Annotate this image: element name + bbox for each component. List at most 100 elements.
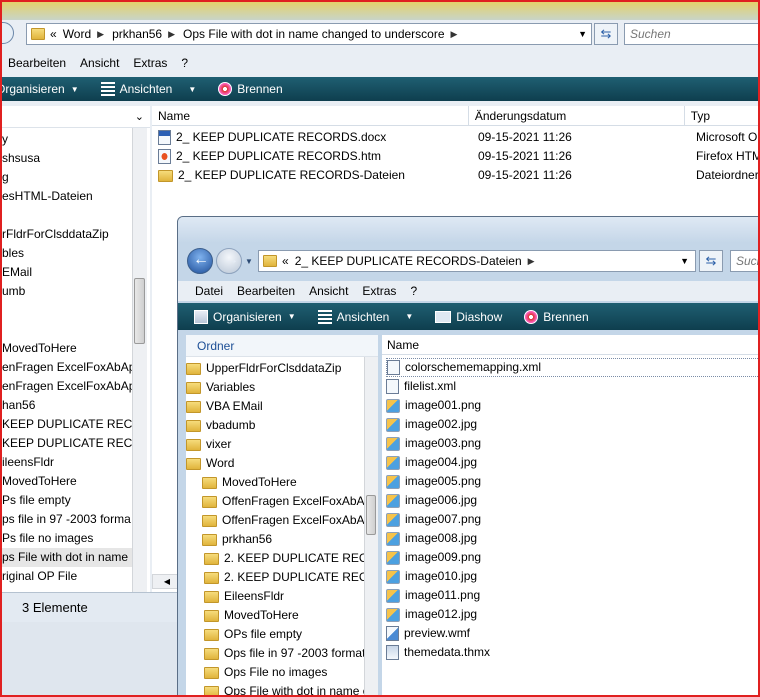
address-chevron[interactable]: « [50, 27, 57, 41]
file-row[interactable]: themedata.thmx [386, 643, 758, 662]
folder-tree-item[interactable]: 2. KEEP DUPLICATE RECORI [186, 568, 378, 587]
slideshow-button[interactable]: Diashow [435, 310, 502, 324]
menu-bearbeiten[interactable]: Bearbeiten [8, 56, 66, 70]
folder-tree-item[interactable]: UpperFldrForClsddataZip [186, 359, 364, 378]
views-button[interactable]: Ansichten ▼ [317, 309, 413, 324]
sidebar-item[interactable]: Ps file no images [2, 529, 132, 548]
address-chevron[interactable]: « [282, 254, 289, 268]
front-address-bar[interactable]: « 2_ KEEP DUPLICATE RECORDS-Dateien ▶ ▼ [258, 250, 696, 272]
sidebar-item[interactable] [2, 206, 132, 225]
refresh-button[interactable]: ⇆ [699, 250, 723, 272]
back-nav-button[interactable] [2, 22, 14, 44]
folder-tree-item[interactable]: OffenFragen ExcelFoxAbApril. [186, 511, 378, 530]
file-row[interactable]: image001.png [386, 396, 758, 415]
folder-tree-item[interactable]: Variables [186, 378, 364, 397]
sidebar-item[interactable]: ileensFldr [2, 453, 132, 472]
back-folder-scrollbar[interactable] [132, 128, 147, 592]
sidebar-item[interactable] [2, 301, 132, 320]
sidebar-item[interactable]: y [2, 130, 132, 149]
menu-ansicht[interactable]: Ansicht [80, 56, 119, 70]
folder-tree-item[interactable]: Ops file in 97 -2003 format [186, 644, 365, 663]
file-row[interactable]: image003.png [386, 434, 758, 453]
folder-tree-item[interactable]: Ops File with dot in name c [186, 682, 369, 695]
menu-extras[interactable]: Extras [362, 284, 396, 298]
sidebar-item[interactable]: bles [2, 244, 132, 263]
scrollbar-thumb[interactable] [366, 495, 376, 535]
front-folder-scrollbar[interactable] [364, 357, 378, 695]
folder-tree-item[interactable]: prkhan56 [186, 530, 364, 549]
sidebar-item[interactable]: enFragen ExcelFoxAbAp [2, 377, 135, 396]
sidebar-item[interactable]: han56 [2, 396, 132, 415]
column-type[interactable]: Typ [685, 106, 758, 126]
menu-bearbeiten[interactable]: Bearbeiten [237, 284, 295, 298]
menu-extras[interactable]: Extras [133, 56, 167, 70]
folder-tree-item[interactable]: vbadumb [186, 416, 364, 435]
sidebar-item[interactable]: g [2, 168, 132, 187]
organize-button[interactable]: Organisieren ▼ [2, 82, 79, 96]
sidebar-item[interactable]: ps File with dot in name [2, 548, 132, 567]
file-row[interactable]: image008.jpg [386, 529, 758, 548]
folder-tree-item[interactable]: VBA EMail [186, 397, 364, 416]
sidebar-item[interactable]: ps file in 97 -2003 forma [2, 510, 132, 529]
recent-pages-chevron-icon[interactable]: ▼ [245, 257, 253, 266]
file-row[interactable]: 2_ KEEP DUPLICATE RECORDS-Dateien 09-15-2… [158, 166, 758, 185]
sidebar-item[interactable]: riginal OP File [2, 567, 132, 586]
back-button[interactable]: ← [187, 248, 213, 274]
folder-pane-title[interactable]: Ordner [197, 339, 234, 353]
column-name[interactable]: Name [152, 106, 469, 126]
menu-datei[interactable]: Datei [195, 284, 223, 298]
chevron-right-icon[interactable]: ▶ [97, 29, 104, 40]
folder-tree-item[interactable]: vixer [186, 435, 364, 454]
address-segment-prkhan56[interactable]: prkhan56 [112, 27, 162, 41]
address-dropdown-icon[interactable]: ▼ [680, 256, 689, 266]
column-name[interactable]: Name [382, 335, 758, 355]
file-row[interactable]: preview.wmf [386, 624, 758, 643]
file-row[interactable]: image012.jpg [386, 605, 758, 624]
menu-ansicht[interactable]: Ansicht [309, 284, 348, 298]
chevron-down-icon[interactable]: ⌄ [135, 110, 144, 123]
sidebar-item[interactable]: EMail [2, 263, 132, 282]
folder-tree-item[interactable]: OffenFragen ExcelFoxAbApril. [186, 492, 378, 511]
file-row[interactable]: colorschememapping.xml [386, 358, 758, 377]
file-row[interactable]: image002.jpg [386, 415, 758, 434]
menu-help[interactable]: ? [410, 284, 417, 298]
chevron-right-icon[interactable]: ▶ [451, 29, 458, 40]
address-segment-current[interactable]: Ops File with dot in name changed to und… [183, 27, 444, 41]
sidebar-item[interactable]: MovedToHere [2, 472, 132, 491]
folder-tree-item[interactable]: MovedToHere [186, 473, 364, 492]
file-row[interactable]: image004.jpg [386, 453, 758, 472]
sidebar-item[interactable]: Ps file empty [2, 491, 132, 510]
folder-tree-item[interactable]: MovedToHere [186, 606, 364, 625]
file-row[interactable]: filelist.xml [386, 377, 758, 396]
sidebar-item[interactable]: KEEP DUPLICATE RECO [2, 434, 142, 453]
address-segment-current[interactable]: 2_ KEEP DUPLICATE RECORDS-Dateien [295, 254, 522, 268]
folder-tree-item[interactable]: OPs file empty [186, 625, 364, 644]
sidebar-item[interactable] [2, 320, 132, 339]
folder-tree-item[interactable]: EileensFldr [186, 587, 364, 606]
file-row[interactable]: image006.jpg [386, 491, 758, 510]
file-row[interactable]: 2_ KEEP DUPLICATE RECORDS.docx 09-15-2021… [158, 128, 758, 147]
file-row[interactable]: image007.png [386, 510, 758, 529]
chevron-right-icon[interactable]: ▶ [528, 256, 535, 267]
sidebar-item[interactable]: KEEP DUPLICATE RECO [2, 415, 142, 434]
sidebar-item[interactable]: MovedToHere [2, 339, 132, 358]
folder-tree-item[interactable]: Word [186, 454, 364, 473]
refresh-button[interactable]: ⇆ [594, 23, 618, 45]
burn-button[interactable]: Brennen [218, 82, 283, 96]
folder-tree-item[interactable]: Ops File no images [186, 663, 364, 682]
file-row[interactable]: image011.png [386, 586, 758, 605]
sidebar-item[interactable]: esHTML-Dateien [2, 187, 132, 206]
back-address-bar[interactable]: « Word ▶ prkhan56 ▶ Ops File with dot in… [26, 23, 592, 45]
front-search-input[interactable]: Such [730, 250, 758, 272]
views-button[interactable]: Ansichten ▼ [100, 82, 196, 96]
back-search-input[interactable]: Suchen [624, 23, 758, 45]
file-row[interactable]: image010.jpg [386, 567, 758, 586]
address-segment-word[interactable]: Word [63, 27, 91, 41]
file-row[interactable]: image009.png [386, 548, 758, 567]
sidebar-item[interactable]: enFragen ExcelFoxAbAp [2, 358, 135, 377]
menu-help[interactable]: ? [181, 56, 188, 70]
forward-button[interactable]: → [216, 248, 242, 274]
column-date[interactable]: Änderungsdatum [469, 106, 685, 126]
file-row[interactable]: 2_ KEEP DUPLICATE RECORDS.htm 09-15-2021 … [158, 147, 758, 166]
file-row[interactable]: image005.png [386, 472, 758, 491]
